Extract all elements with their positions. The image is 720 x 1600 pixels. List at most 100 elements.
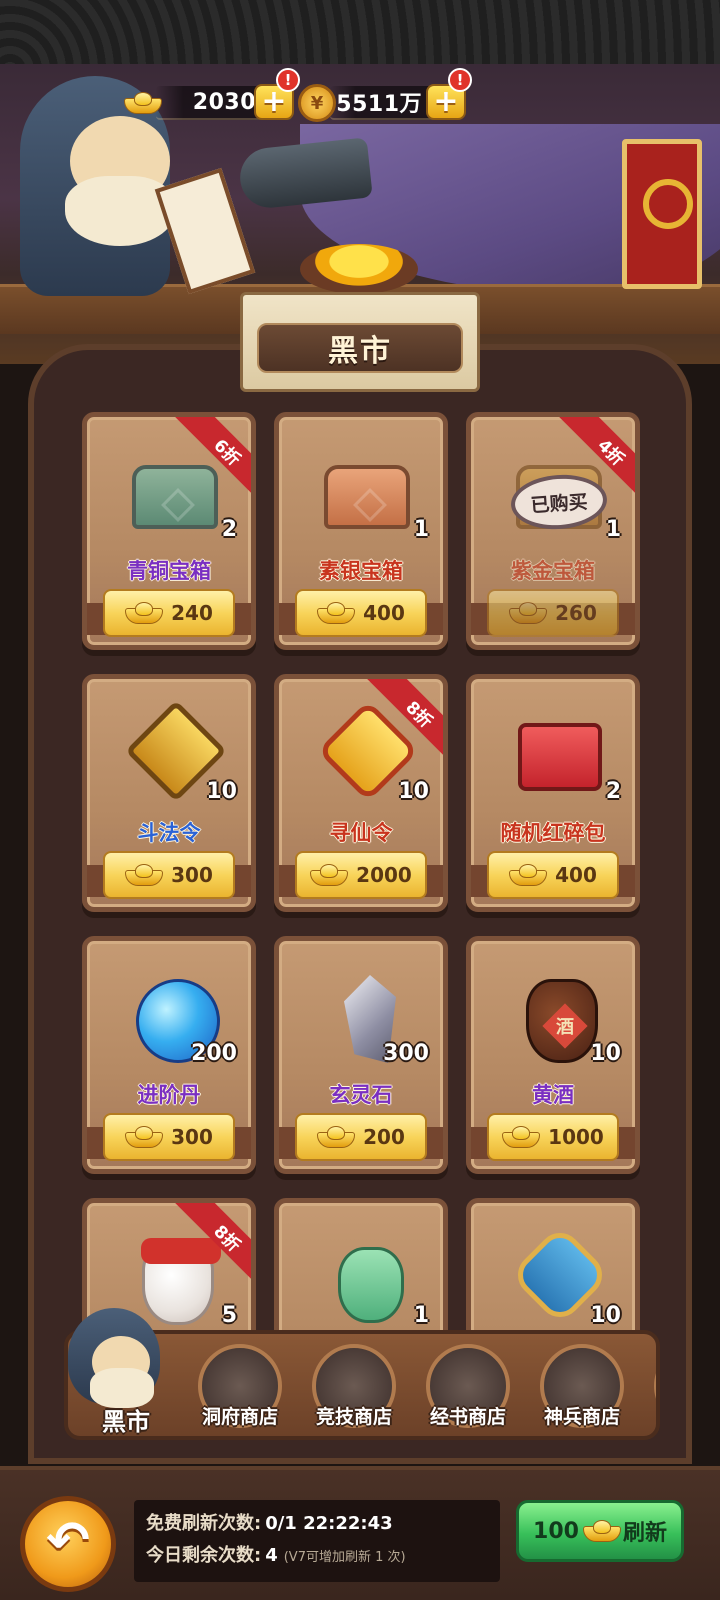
item-count: 10: [206, 779, 237, 804]
copper-coin-icon: ¥: [298, 84, 336, 122]
item-count: 1: [605, 517, 621, 542]
gold-ingot-icon: [582, 1520, 621, 1542]
item-count: 5: [221, 1303, 237, 1328]
gold-ingot-icon: [125, 864, 164, 886]
item-name: 斗法令: [137, 821, 201, 845]
item-price: 200: [363, 1125, 405, 1149]
item-price: 300: [171, 863, 213, 887]
item-card[interactable]: 10 斗法令 300: [82, 674, 256, 912]
buy-button[interactable]: 400: [487, 851, 619, 899]
page-title: 黑市: [328, 334, 392, 369]
silver-chest-icon: [316, 447, 416, 542]
buy-button[interactable]: 2000: [295, 851, 427, 899]
item-count: 10: [398, 779, 429, 804]
item-card[interactable]: 200 进阶丹 300: [82, 936, 256, 1174]
tab-2[interactable]: 竞技商店: [298, 1334, 410, 1434]
free-refresh-value: 0/1 22:22:43: [265, 1513, 393, 1534]
back-arrow-icon: ↶: [46, 1511, 90, 1571]
item-count: 10: [590, 1303, 621, 1328]
tab-1[interactable]: 洞府商店: [184, 1334, 296, 1434]
gold-ingot-icon: [317, 1126, 356, 1148]
item-name: 玄灵石: [329, 1083, 393, 1107]
item-card[interactable]: 酒 10 黄酒 1000: [466, 936, 640, 1174]
bronze-chest-icon: [124, 447, 224, 542]
gold-ingot-icon: [310, 864, 349, 886]
item-price: 1000: [548, 1125, 604, 1149]
item-price: 2000: [356, 863, 412, 887]
coin-alert-badge: !: [448, 68, 472, 92]
buy-button[interactable]: 400: [295, 589, 427, 637]
item-name: 进阶丹: [137, 1083, 201, 1107]
tab-5[interactable]: 无: [640, 1334, 656, 1434]
remaining-refresh-value: 4: [265, 1545, 278, 1566]
item-price: 400: [363, 601, 405, 625]
item-count: 2: [605, 779, 621, 804]
item-count: 2: [221, 517, 237, 542]
item-grid: 2 青铜宝箱 240 6折 1 素银宝箱 400 1 紫金宝箱 260 4折 已购买 10 斗法令 300 1…: [80, 412, 640, 1342]
tab-4[interactable]: 神兵商店: [526, 1334, 638, 1434]
item-count: 1: [413, 517, 429, 542]
gold-ingot-icon: [125, 602, 164, 624]
tab-label: 神兵商店: [543, 1406, 620, 1428]
buy-button[interactable]: 260: [487, 589, 619, 637]
tab-label: 竞技商店: [315, 1406, 392, 1428]
back-button[interactable]: ↶: [20, 1496, 116, 1592]
gold-ingot-bowl: [300, 244, 418, 294]
buy-button[interactable]: 240: [103, 589, 235, 637]
item-name: 寻仙令: [329, 821, 393, 845]
item-card[interactable]: 2 随机红碎包 400: [466, 674, 640, 912]
item-count: 1: [413, 1303, 429, 1328]
item-card[interactable]: 2 青铜宝箱 240 6折: [82, 412, 256, 650]
item-card[interactable]: 10: [466, 1198, 640, 1342]
ingot-amount: 2030: [192, 89, 256, 115]
item-name: 青铜宝箱: [127, 559, 211, 583]
tab-label: 洞府商店: [201, 1406, 278, 1428]
gold-ingot-icon: [317, 602, 356, 624]
green-pouch-icon: [316, 1233, 416, 1328]
page-title-plaque: 黑市: [240, 292, 480, 392]
remaining-refresh-row: 今日剩余次数: 4 (V7可增加刷新 1 次): [146, 1545, 406, 1566]
black-market-tab-avatar[interactable]: [62, 1308, 166, 1432]
item-card[interactable]: 1 紫金宝箱 260 4折 已购买: [466, 412, 640, 650]
plus-icon: +: [261, 84, 287, 119]
vip-note: (V7可增加刷新 1 次): [283, 1550, 406, 1565]
tab-label: 无: [640, 1402, 656, 1429]
gold-ingot-icon: [124, 92, 162, 114]
item-count: 300: [383, 1041, 429, 1066]
refresh-label: 刷新: [622, 1521, 667, 1546]
item-card[interactable]: 10 寻仙令 2000 8折: [274, 674, 448, 912]
status-bar: [0, 0, 720, 64]
gold-ingot-icon: [509, 602, 548, 624]
item-name: 黄酒: [532, 1083, 574, 1107]
item-count: 10: [590, 1041, 621, 1066]
item-price: 300: [171, 1125, 213, 1149]
refresh-cost: 100: [533, 1518, 579, 1544]
tab-3[interactable]: 经书商店: [412, 1334, 524, 1434]
gold-ingot-icon: [125, 1126, 164, 1148]
item-name: 紫金宝箱: [511, 559, 595, 583]
gold-ingot-icon: [502, 1126, 541, 1148]
item-card[interactable]: 300 玄灵石 200: [274, 936, 448, 1174]
refresh-info-panel: 免费刷新次数: 0/1 22:22:43 今日剩余次数: 4 (V7可增加刷新 1 次…: [134, 1500, 500, 1582]
free-refresh-row: 免费刷新次数: 0/1 22:22:43: [146, 1513, 393, 1534]
coin-amount: 5511万: [336, 92, 422, 117]
item-name: 素银宝箱: [319, 559, 403, 583]
item-card[interactable]: 1: [274, 1198, 448, 1342]
jar-label: 酒: [556, 1017, 574, 1038]
item-price: 260: [555, 601, 597, 625]
buy-button[interactable]: 200: [295, 1113, 427, 1161]
red-shard-box-icon: [508, 709, 608, 804]
item-price: 240: [171, 601, 213, 625]
buy-button[interactable]: 300: [103, 851, 235, 899]
item-count: 200: [191, 1041, 237, 1066]
coin-banner: [622, 139, 702, 289]
refresh-button[interactable]: 100 刷新: [516, 1500, 684, 1562]
buy-button[interactable]: 300: [103, 1113, 235, 1161]
item-price: 400: [555, 863, 597, 887]
item-card[interactable]: 1 素银宝箱 400: [274, 412, 448, 650]
buy-button[interactable]: 1000: [487, 1113, 619, 1161]
item-name: 随机红碎包: [500, 821, 606, 845]
plus-icon: +: [433, 84, 459, 119]
ingot-alert-badge: !: [276, 68, 300, 92]
tab-label: 经书商店: [429, 1406, 506, 1428]
